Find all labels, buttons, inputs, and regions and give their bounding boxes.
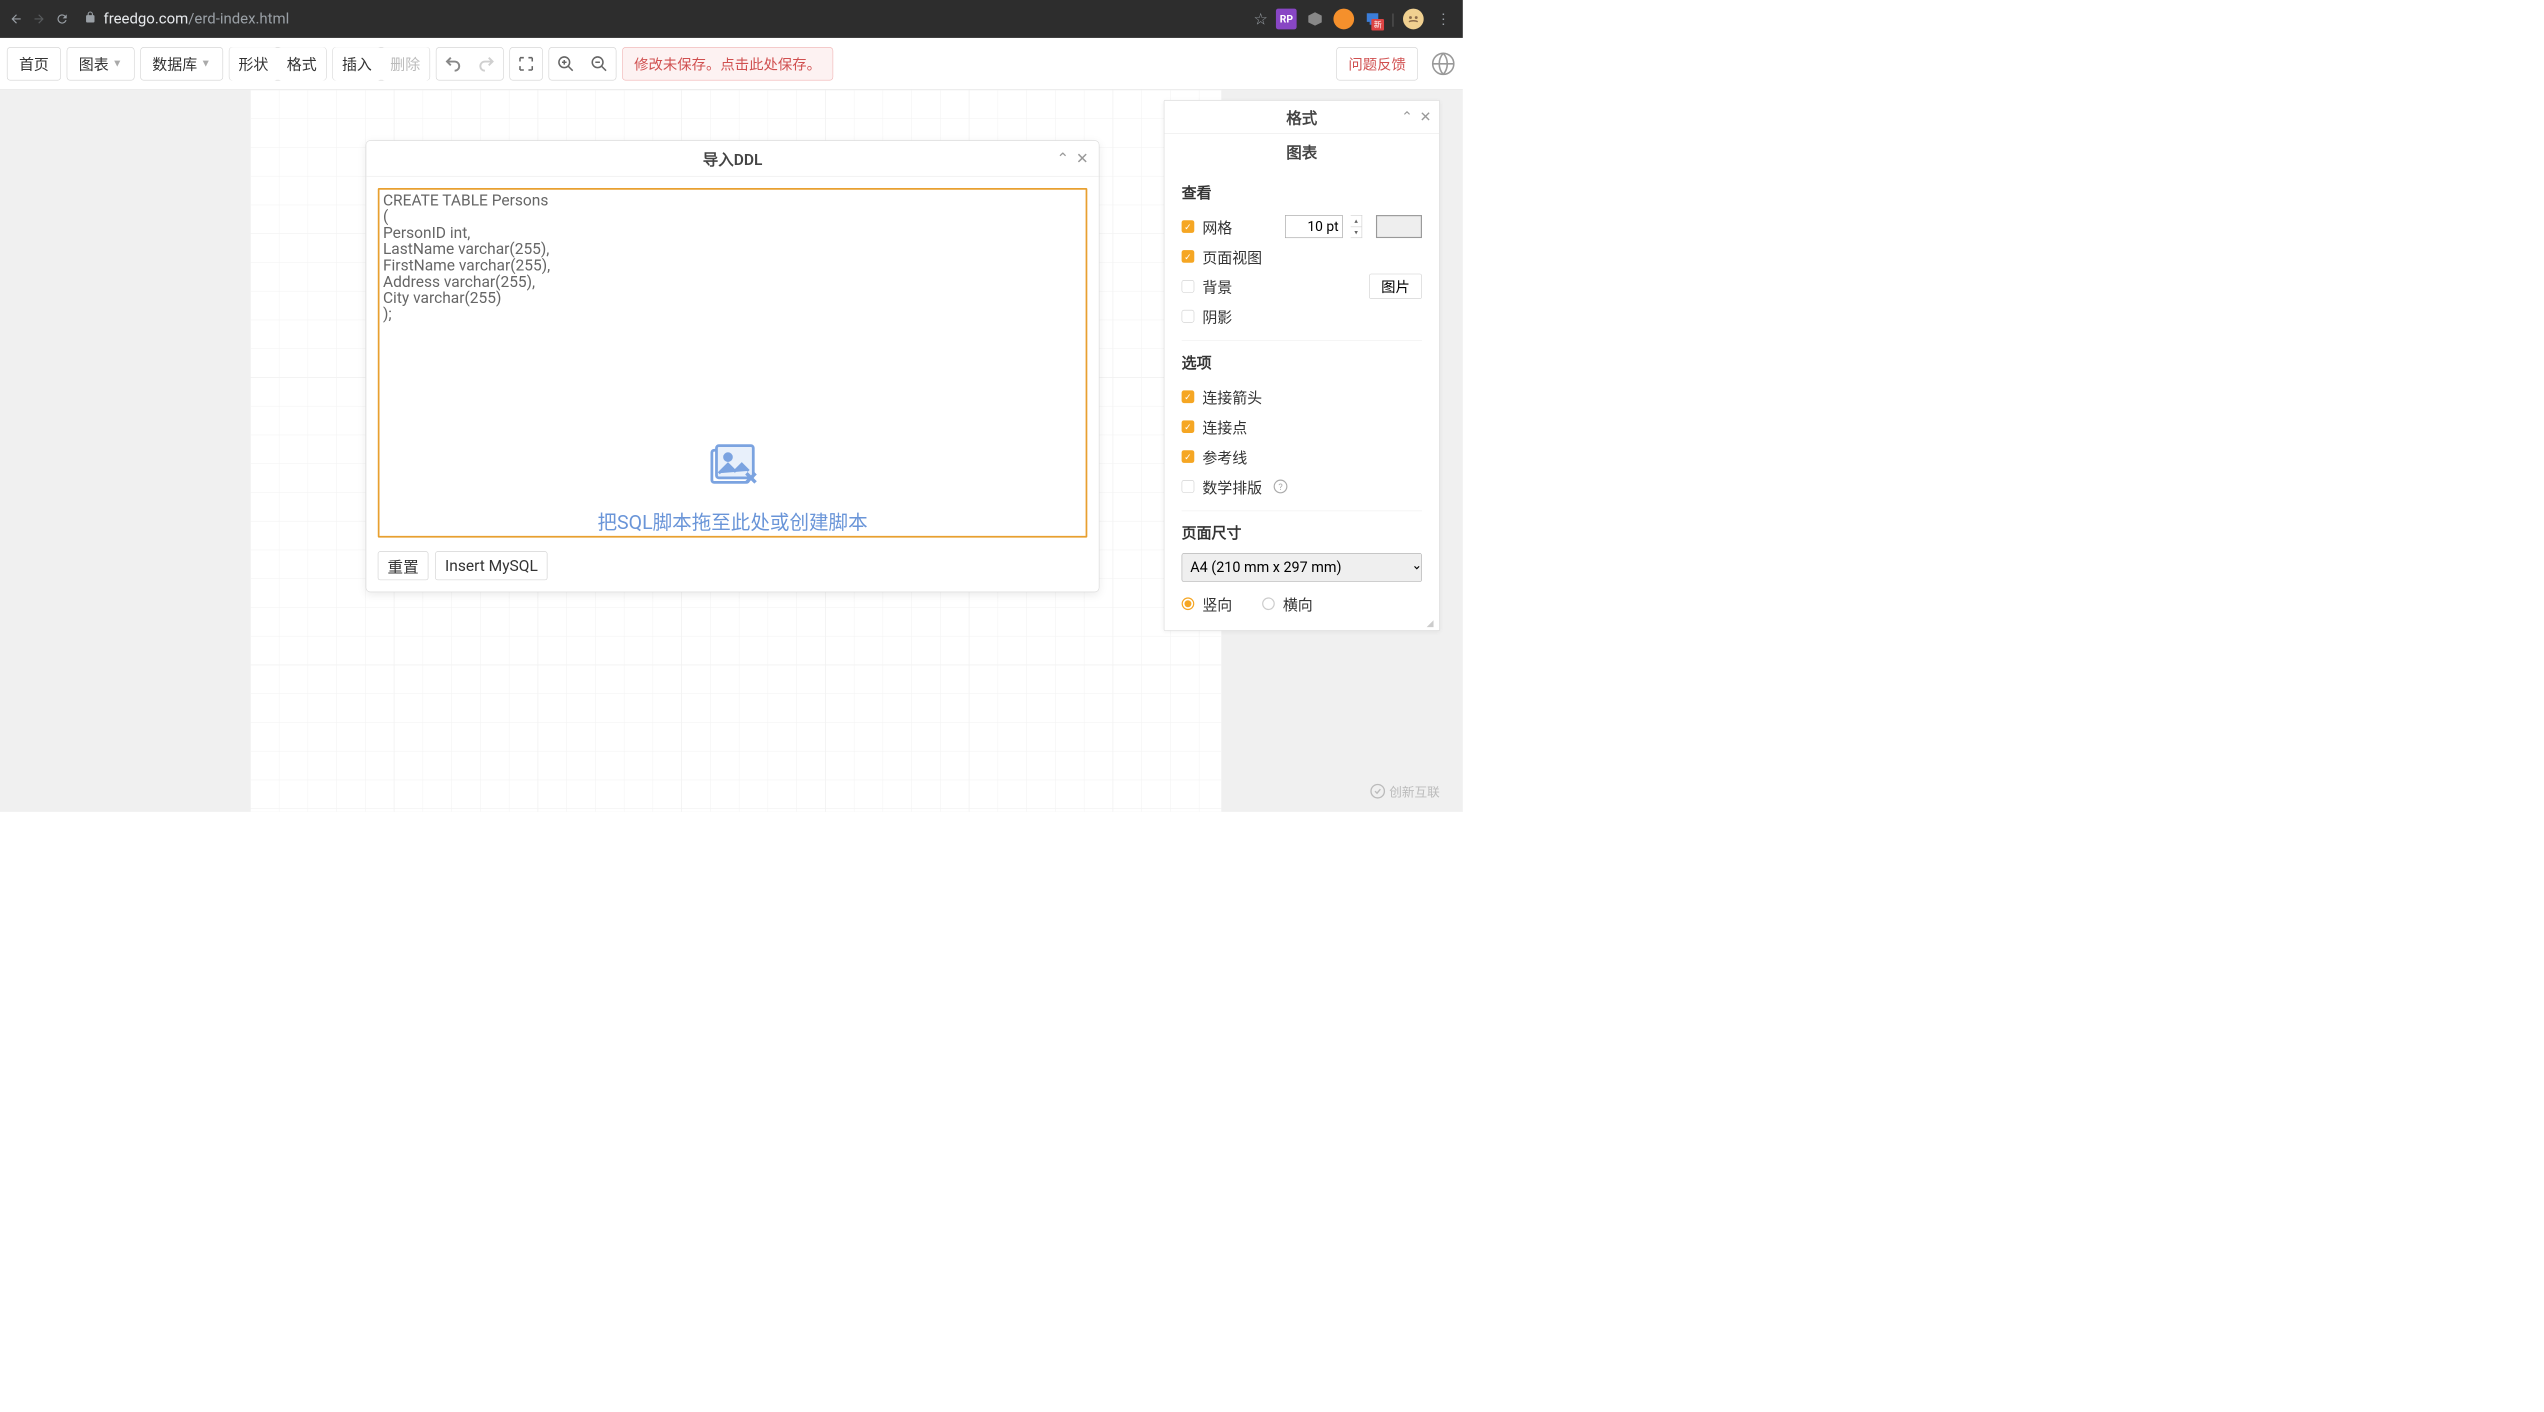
math-checkbox[interactable] [1182, 480, 1195, 493]
grid-color-swatch[interactable] [1376, 215, 1422, 238]
guide-checkbox[interactable]: ✓ [1182, 450, 1195, 463]
chart-menu-label: 图表 [79, 53, 109, 74]
fullscreen-button[interactable] [509, 47, 542, 80]
portrait-radio[interactable] [1182, 597, 1195, 610]
insert-button[interactable]: 插入 [333, 47, 381, 80]
conn-arrow-checkbox[interactable]: ✓ [1182, 390, 1195, 403]
unsaved-warning[interactable]: 修改未保存。点击此处保存。 [622, 47, 833, 80]
chart-menu[interactable]: 图表▼ [67, 47, 135, 80]
conn-point-checkbox[interactable]: ✓ [1182, 420, 1195, 433]
panel-resize-handle[interactable]: ◢ [1427, 618, 1439, 630]
zoom-in-button[interactable] [549, 47, 582, 80]
panel-collapse-icon[interactable]: ⌃ [1399, 106, 1415, 127]
guide-label: 参考线 [1202, 446, 1247, 467]
profile-avatar[interactable] [1403, 9, 1424, 30]
zoom-group [548, 47, 616, 80]
pageview-checkbox[interactable]: ✓ [1182, 250, 1195, 263]
back-button[interactable] [8, 11, 24, 27]
shadow-checkbox[interactable] [1182, 310, 1195, 323]
shape-format-group: 形状 格式 [229, 47, 327, 80]
language-button[interactable] [1431, 51, 1456, 76]
feedback-button[interactable]: 问题反馈 [1336, 47, 1418, 80]
canvas-area[interactable]: 导入DDL ⌃ ✕ 把SQL脚本拖至此处或创建脚本 重置 Insert MySQ… [0, 90, 1463, 812]
grid-checkbox[interactable]: ✓ [1182, 220, 1195, 233]
modal-close-icon[interactable]: ✕ [1074, 148, 1091, 170]
extension-icon-3[interactable] [1334, 9, 1355, 30]
undo-button[interactable] [436, 47, 469, 80]
modal-minimize-icon[interactable]: ⌃ [1054, 148, 1071, 170]
extension-icon-4[interactable]: 新 [1362, 9, 1383, 30]
browser-menu-icon[interactable]: ⋮ [1432, 11, 1455, 27]
redo-button[interactable] [470, 47, 503, 80]
grid-size-input[interactable] [1285, 215, 1343, 238]
database-menu[interactable]: 数据库 ▼ [140, 47, 223, 80]
reset-button[interactable]: 重置 [378, 551, 429, 580]
math-label: 数学排版 [1202, 476, 1262, 497]
format-panel: 格式 ⌃ ✕ 图表 查看 ✓ 网格 ▴▾ ✓ 页面视图 [1164, 100, 1440, 631]
undo-redo-group [436, 47, 504, 80]
insert-mysql-button[interactable]: Insert MySQL [435, 551, 547, 580]
section-pagesize: 页面尺寸 [1182, 522, 1422, 543]
panel-header: 格式 ⌃ ✕ [1164, 101, 1439, 134]
ddl-textarea[interactable] [378, 188, 1088, 538]
modal-title: 导入DDL [703, 147, 763, 169]
background-label: 背景 [1202, 276, 1232, 297]
portrait-label: 竖向 [1202, 593, 1232, 614]
pagesize-select[interactable]: A4 (210 mm x 297 mm) [1182, 553, 1422, 582]
bookmark-star-icon[interactable]: ☆ [1254, 9, 1268, 28]
browser-chrome: freedgo.com/erd-index.html ☆ RP 新 | ⋮ [0, 0, 1463, 38]
forward-button[interactable] [31, 11, 47, 27]
home-button[interactable]: 首页 [7, 47, 61, 80]
panel-close-icon[interactable]: ✕ [1417, 106, 1433, 127]
address-bar[interactable]: freedgo.com/erd-index.html [84, 10, 289, 27]
conn-point-label: 连接点 [1202, 416, 1247, 437]
url-path: /erd-index.html [188, 10, 289, 27]
chevron-down-icon: ▼ [112, 58, 122, 70]
zoom-out-button[interactable] [582, 47, 615, 80]
conn-arrow-label: 连接箭头 [1202, 386, 1262, 407]
insert-delete-group: 插入 删除 [332, 47, 430, 80]
shape-button[interactable]: 形状 [229, 47, 277, 80]
watermark: 创新互联 [1370, 782, 1440, 800]
background-checkbox[interactable] [1182, 280, 1195, 293]
chevron-down-icon: ▼ [201, 58, 211, 70]
database-menu-label: 数据库 [152, 53, 197, 74]
extensions-row: ☆ RP 新 | ⋮ [1254, 9, 1455, 30]
landscape-label: 横向 [1283, 593, 1313, 614]
lock-icon [84, 10, 97, 27]
grid-label: 网格 [1202, 216, 1232, 237]
workspace: 导入DDL ⌃ ✕ 把SQL脚本拖至此处或创建脚本 重置 Insert MySQ… [0, 90, 1463, 812]
panel-title: 格式 [1286, 106, 1317, 128]
landscape-radio[interactable] [1262, 597, 1275, 610]
url-host: freedgo.com [104, 10, 189, 27]
shadow-label: 阴影 [1202, 306, 1232, 327]
panel-tab-chart[interactable]: 图表 [1164, 134, 1439, 169]
pageview-label: 页面视图 [1202, 246, 1262, 267]
picture-button[interactable]: 图片 [1369, 274, 1422, 299]
section-view: 查看 [1182, 181, 1422, 202]
extension-icon-2[interactable] [1305, 9, 1326, 30]
app-toolbar: 首页 图表▼ 数据库▼ 形状 格式 插入 删除 修改未保存。点击此处保存。 问题… [0, 38, 1463, 90]
reload-button[interactable] [54, 11, 70, 27]
delete-button: 删除 [381, 47, 429, 80]
import-ddl-modal: 导入DDL ⌃ ✕ 把SQL脚本拖至此处或创建脚本 重置 Insert MySQ… [366, 140, 1100, 592]
grid-spinner[interactable]: ▴▾ [1351, 215, 1363, 238]
extension-icon-1[interactable]: RP [1276, 9, 1297, 30]
watermark-text: 创新互联 [1389, 782, 1440, 800]
modal-header: 导入DDL ⌃ ✕ [366, 141, 1099, 177]
format-button[interactable]: 格式 [278, 47, 326, 80]
help-icon[interactable]: ? [1274, 480, 1288, 494]
section-options: 选项 [1182, 351, 1422, 372]
